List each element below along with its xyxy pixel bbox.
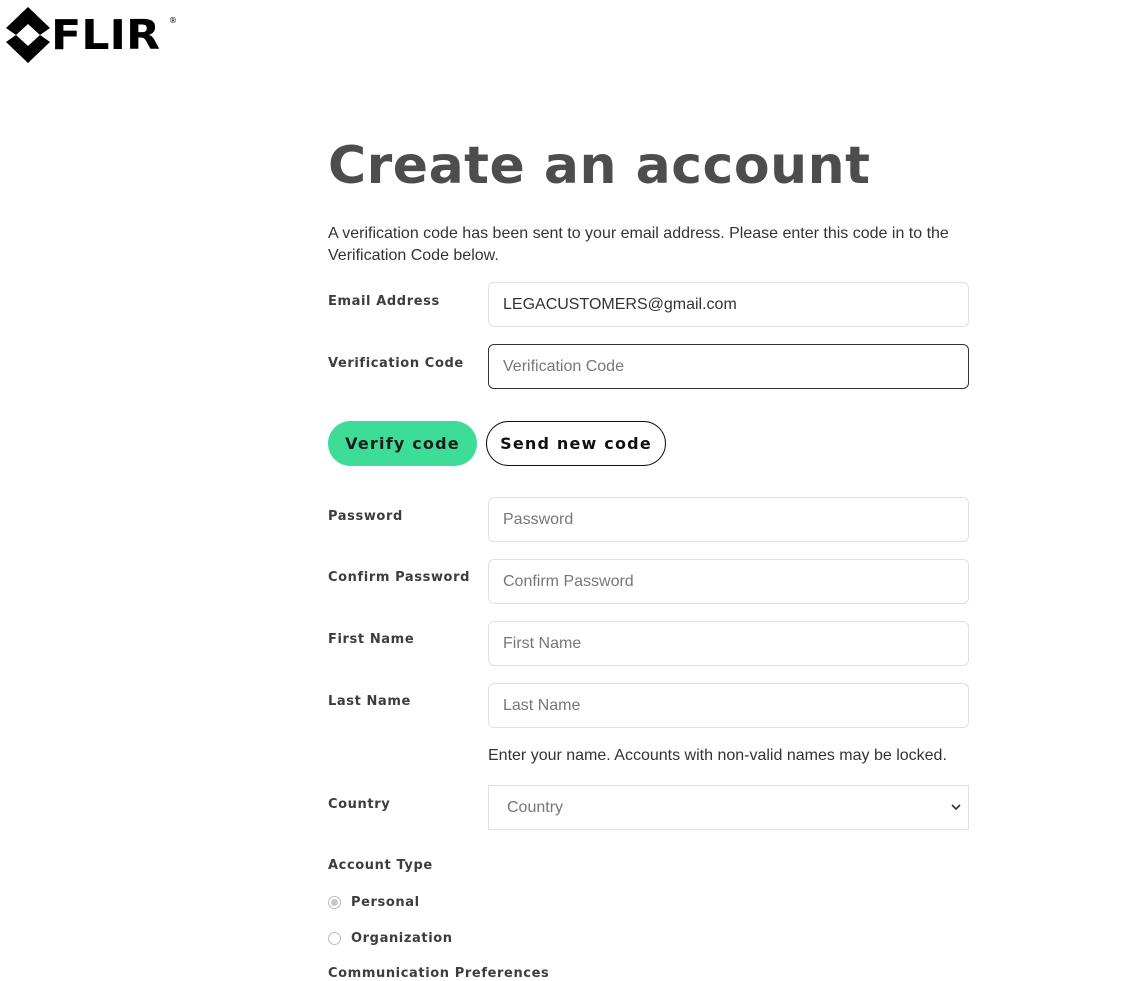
- flir-diamond-icon: [6, 7, 50, 63]
- confirm-password-label: Confirm Password: [328, 570, 471, 585]
- account-type-organization[interactable]: Organization: [328, 931, 453, 946]
- email-field[interactable]: [488, 282, 969, 327]
- last-name-field[interactable]: [488, 683, 969, 728]
- account-type-personal[interactable]: Personal: [328, 895, 420, 910]
- password-field[interactable]: [488, 497, 969, 542]
- personal-radio[interactable]: [328, 896, 341, 909]
- brand-name: FLIR: [51, 10, 161, 59]
- personal-label: Personal: [351, 895, 420, 910]
- country-label: Country: [328, 797, 391, 812]
- first-name-label: First Name: [328, 632, 415, 647]
- name-hint: Enter your name. Accounts with non-valid…: [488, 747, 947, 764]
- chevron-down-icon: [950, 800, 962, 819]
- first-name-field[interactable]: [488, 621, 969, 666]
- country-selected-value: Country: [507, 798, 564, 816]
- verification-code-input[interactable]: [488, 344, 969, 389]
- send-new-code-button[interactable]: Send new code: [486, 421, 666, 466]
- create-account-form: Create an account A verification code ha…: [328, 130, 970, 981]
- intro-text: A verification code has been sent to you…: [328, 225, 949, 264]
- account-type-label: Account Type: [328, 858, 433, 873]
- email-label: Email Address: [328, 294, 440, 309]
- confirm-password-field[interactable]: [488, 559, 969, 604]
- organization-radio[interactable]: [328, 932, 341, 945]
- flir-logo[interactable]: FLIR ®: [6, 6, 177, 64]
- last-name-label: Last Name: [328, 694, 411, 709]
- verify-code-button[interactable]: Verify code: [328, 421, 477, 466]
- country-select[interactable]: Country: [488, 785, 969, 830]
- page-title: Create an account: [328, 136, 871, 196]
- password-label: Password: [328, 509, 403, 524]
- organization-label: Organization: [351, 931, 453, 946]
- verification-code-label: Verification Code: [328, 356, 464, 371]
- registered-mark: ®: [169, 16, 177, 25]
